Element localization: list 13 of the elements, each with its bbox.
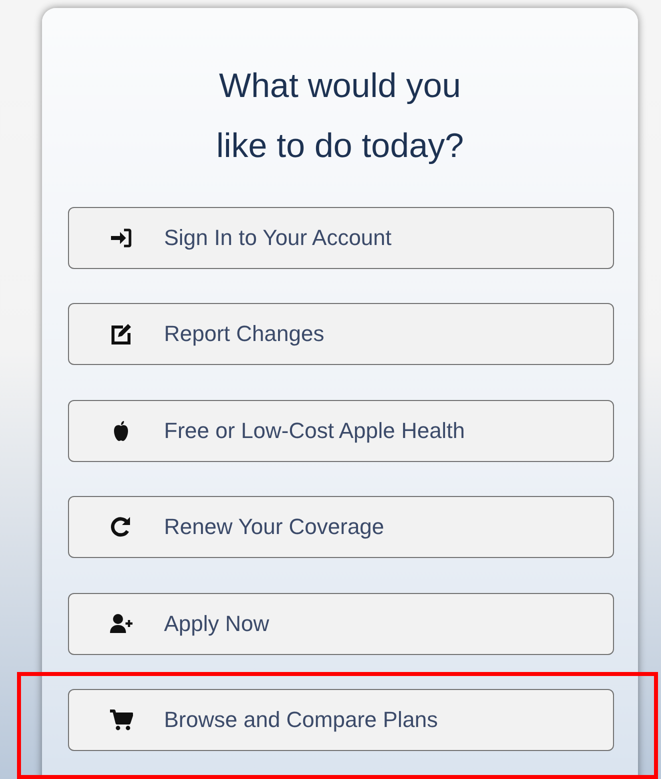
action-button[interactable]: Browse and Compare Plans <box>68 688 614 751</box>
action-button[interactable]: Sign In to Your Account <box>68 207 614 269</box>
action-button[interactable]: Renew Your Coverage <box>68 496 614 558</box>
page-heading: What would you <box>219 66 461 107</box>
user-plus-icon <box>109 612 133 636</box>
action-button[interactable]: Apply Now <box>68 592 614 655</box>
edit-icon <box>109 322 133 346</box>
action-button[interactable]: Free or Low-Cost Apple Health <box>68 400 614 462</box>
redo-icon <box>109 515 133 540</box>
action-button[interactable]: Report Changes <box>68 303 614 366</box>
cart-icon <box>109 708 133 732</box>
sign-in-icon <box>109 226 133 250</box>
page-heading: like to do today? <box>216 126 464 167</box>
